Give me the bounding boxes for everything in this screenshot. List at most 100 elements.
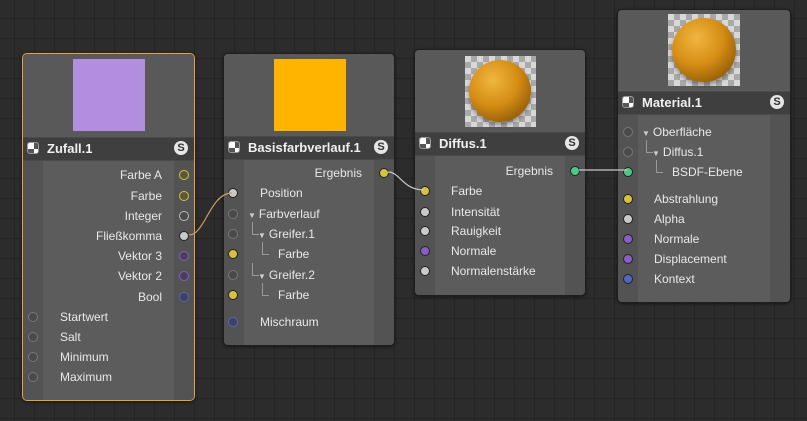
output-port-farbe-a[interactable] <box>179 170 189 180</box>
input-port-greifer1[interactable] <box>228 229 238 239</box>
input-port-position[interactable] <box>228 188 238 198</box>
node-type-icon <box>228 141 240 153</box>
basis-header[interactable]: Basisfarbverlauf.1 S <box>224 136 394 160</box>
material-preview <box>618 10 790 90</box>
input-port-farbe[interactable] <box>420 186 430 196</box>
input-port-salt[interactable] <box>28 332 38 342</box>
input-label: Kontext <box>654 272 695 286</box>
output-label: Ergebnis <box>314 166 362 180</box>
input-port-oberflaeche[interactable] <box>623 127 633 137</box>
material-header[interactable]: Material.1 S <box>618 91 790 115</box>
zufall-header[interactable]: Zufall.1 S <box>23 137 194 161</box>
input-port-greifer2[interactable] <box>228 270 238 280</box>
input-port-diffus[interactable] <box>623 147 633 157</box>
input-port-abstrahlung[interactable] <box>623 194 633 204</box>
output-label: Ergebnis <box>505 164 553 178</box>
input-port-minimum[interactable] <box>28 352 38 362</box>
group-label-oberflaeche[interactable]: ▼ Oberfläche <box>642 125 712 139</box>
input-label: Position <box>260 186 303 200</box>
input-label: Farbe <box>278 247 310 261</box>
input-label: Abstrahlung <box>654 192 719 206</box>
zufall-color-swatch <box>73 59 145 131</box>
expand-triangle-icon: ▼ <box>642 129 650 138</box>
expand-triangle-icon: ▼ <box>258 272 266 281</box>
input-port-maximum[interactable] <box>28 372 38 382</box>
output-label: Fließkomma <box>95 229 162 243</box>
input-label: Displacement <box>654 252 727 266</box>
input-port-displacement[interactable] <box>623 254 633 264</box>
input-port-bsdf-ebene[interactable] <box>623 167 633 177</box>
node-diffus[interactable]: Diffus.1 S Ergebnis Farbe Intensität Rau… <box>414 49 586 296</box>
input-port-normale[interactable] <box>420 246 430 256</box>
input-label: Normale <box>654 232 700 246</box>
input-label: Mischraum <box>260 315 319 329</box>
input-label: Diffus.1 <box>662 145 704 159</box>
output-label: Farbe A <box>119 168 162 182</box>
group-label-greifer2[interactable]: ▼ Greifer.2 <box>258 268 315 282</box>
diffus-preview <box>415 50 585 132</box>
node-material[interactable]: Material.1 S ▼ Oberfläche ▼ Diffus.1 BSDF-… <box>617 9 791 303</box>
solo-button[interactable]: S <box>174 141 188 155</box>
output-port-fliesskomma[interactable] <box>179 231 189 241</box>
input-port-rauigkeit[interactable] <box>420 226 430 236</box>
node-basisfarbverlauf[interactable]: Basisfarbverlauf.1 S Ergebnis Position ▼… <box>223 53 395 346</box>
input-port-mischraum[interactable] <box>228 317 238 327</box>
input-port-alpha[interactable] <box>623 214 633 224</box>
output-label: Vektor 3 <box>117 249 162 263</box>
output-port-vektor2[interactable] <box>179 271 189 281</box>
output-port-ergebnis[interactable] <box>570 166 580 176</box>
input-label: Minimum <box>60 350 109 364</box>
material-title: Material.1 <box>642 95 702 110</box>
output-label: Bool <box>137 290 162 304</box>
input-label: Normale <box>451 244 497 258</box>
output-label: Farbe <box>130 189 162 203</box>
output-label: Integer <box>124 209 162 223</box>
expand-triangle-icon: ▼ <box>258 231 266 240</box>
group-label-diffus[interactable]: ▼ Diffus.1 <box>652 145 703 159</box>
solo-button[interactable]: S <box>565 136 579 150</box>
input-port-intensitaet[interactable] <box>420 207 430 217</box>
expand-triangle-icon: ▼ <box>248 211 256 220</box>
output-port-ergebnis[interactable] <box>379 168 389 178</box>
zufall-preview <box>23 54 194 137</box>
basis-preview <box>224 54 394 136</box>
input-port-farbverlauf[interactable] <box>228 209 238 219</box>
output-port-farbe[interactable] <box>179 191 189 201</box>
input-label: Alpha <box>654 212 685 226</box>
input-label: Salt <box>60 330 81 344</box>
input-port-startwert[interactable] <box>28 312 38 322</box>
input-label: Maximum <box>60 370 113 384</box>
output-port-bool[interactable] <box>179 292 189 302</box>
node-type-icon <box>419 137 431 149</box>
input-label: Intensität <box>451 205 500 219</box>
input-port-kontext[interactable] <box>623 274 633 284</box>
input-label: Oberfläche <box>652 125 712 139</box>
input-label: Normalenstärke <box>451 264 536 278</box>
node-type-icon <box>622 96 634 108</box>
input-label: BSDF-Ebene <box>672 165 743 179</box>
input-label: Rauigkeit <box>451 224 502 238</box>
expand-triangle-icon: ▼ <box>652 149 660 158</box>
diffus-header[interactable]: Diffus.1 S <box>415 132 585 156</box>
input-port-greifer2-farbe[interactable] <box>228 290 238 300</box>
input-label: Greifer.1 <box>268 227 315 241</box>
output-port-vektor3[interactable] <box>179 251 189 261</box>
input-label: Farbverlauf <box>258 207 320 221</box>
basis-title: Basisfarbverlauf.1 <box>248 140 361 155</box>
group-label-farbverlauf[interactable]: ▼ Farbverlauf <box>248 207 320 221</box>
zufall-title: Zufall.1 <box>47 141 93 156</box>
input-label: Startwert <box>60 310 109 324</box>
node-type-icon <box>27 142 39 154</box>
solo-button[interactable]: S <box>770 95 784 109</box>
output-port-integer[interactable] <box>179 211 189 221</box>
diffus-preview-sphere <box>469 60 531 122</box>
solo-button[interactable]: S <box>374 140 388 154</box>
input-port-normalenstaerke[interactable] <box>420 266 430 276</box>
material-preview-sphere <box>672 18 736 82</box>
input-port-greifer1-farbe[interactable] <box>228 249 238 259</box>
basis-color-swatch <box>274 59 346 131</box>
input-port-normale[interactable] <box>623 234 633 244</box>
node-zufall[interactable]: Zufall.1 S Farbe A Farbe Integer Fließko… <box>22 53 195 401</box>
input-label: Farbe <box>451 184 483 198</box>
group-label-greifer1[interactable]: ▼ Greifer.1 <box>258 227 315 241</box>
